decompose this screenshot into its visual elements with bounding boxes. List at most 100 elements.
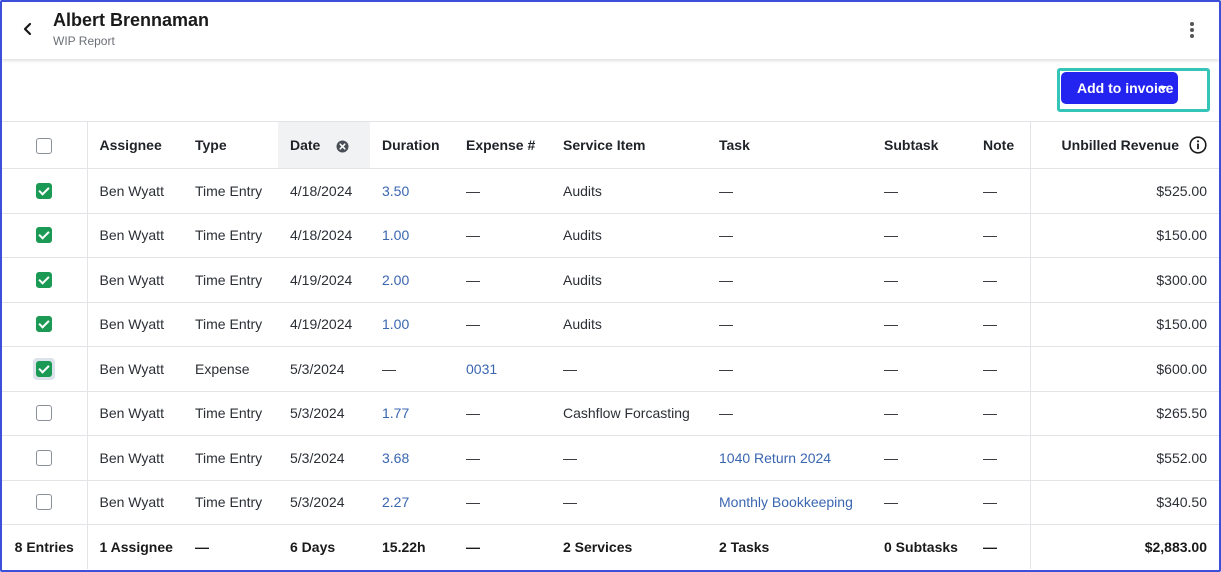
cell-service-item: — (551, 479, 707, 525)
row-checkbox-wrapper (33, 491, 55, 513)
table-row[interactable]: Ben Wyatt Time Entry 4/18/2024 1.00— Audits —… (2, 212, 1219, 258)
cell-task: — (707, 301, 872, 347)
add-to-invoice-button[interactable]: Add to invoice (1061, 72, 1178, 104)
footer-date: 6 Days (278, 524, 370, 569)
row-checkbox[interactable] (36, 494, 53, 511)
cell-unbilled-revenue: $265.50 (1029, 390, 1219, 436)
row-checkbox[interactable] (36, 316, 53, 333)
cell-duration[interactable]: 2.27 (370, 479, 454, 525)
caret-down-icon (1159, 86, 1167, 91)
row-checkbox[interactable] (36, 360, 53, 377)
row-checkbox[interactable] (36, 405, 53, 422)
cell-date: 5/3/2024 (278, 479, 370, 525)
cell-task[interactable]: 1040 Return 2024 (707, 435, 872, 480)
row-select-cell (2, 479, 88, 525)
row-checkbox[interactable] (36, 227, 53, 244)
cell-duration[interactable]: 2.00 (370, 257, 454, 302)
cell-duration: — (370, 346, 454, 391)
footer-entries: 8 Entries (2, 524, 88, 569)
cell-assignee: Ben Wyatt (87, 390, 183, 436)
clear-sort-icon[interactable] (336, 140, 349, 153)
table-row[interactable]: Ben Wyatt Time Entry 4/19/2024 1.00— Audits —… (2, 301, 1219, 347)
cell-duration[interactable]: 1.00 (370, 301, 454, 347)
cell-service-item: — (551, 435, 707, 480)
cell-expense-number: — (454, 390, 551, 436)
footer-revenue: $2,883.00 (1029, 524, 1219, 569)
cell-task[interactable]: Monthly Bookkeeping (707, 479, 872, 525)
table-row[interactable]: Ben Wyatt Expense 5/3/2024—0031— — — — $600.00 (2, 346, 1219, 391)
cell-assignee: Ben Wyatt (87, 168, 183, 213)
cell-unbilled-revenue: $150.00 (1029, 212, 1219, 258)
cell-expense-number[interactable]: 0031 (454, 346, 551, 391)
column-header-duration[interactable]: Duration (370, 121, 454, 169)
column-header-unbilled-revenue[interactable]: Unbilled Revenue (1029, 121, 1219, 169)
table-row[interactable]: Ben Wyatt Time Entry 4/19/2024 2.00— Audits —… (2, 257, 1219, 302)
column-header-task[interactable]: Task (707, 121, 872, 169)
cell-unbilled-revenue: $150.00 (1029, 301, 1219, 347)
footer-expense: — (454, 524, 551, 569)
footer-duration: 15.22h (370, 524, 454, 569)
row-checkbox-wrapper (33, 402, 55, 424)
cell-type: Time Entry (183, 479, 278, 525)
row-select-cell (2, 435, 88, 480)
row-checkbox-wrapper (33, 313, 55, 335)
back-button[interactable] (16, 17, 40, 41)
cell-subtask: — (872, 212, 971, 258)
column-header-subtask[interactable]: Subtask (872, 121, 971, 169)
footer-task: 2 Tasks (707, 524, 872, 569)
cell-note: — (971, 168, 1030, 213)
table-row[interactable]: Ben Wyatt Time Entry 4/18/2024 3.50— Audits —… (2, 168, 1219, 213)
cell-date: 4/19/2024 (278, 257, 370, 302)
column-header-date[interactable]: Date (278, 121, 370, 169)
cell-assignee: Ben Wyatt (87, 301, 183, 347)
cell-duration[interactable]: 1.00 (370, 212, 454, 258)
cell-task: — (707, 346, 872, 391)
cell-expense-number: — (454, 479, 551, 525)
row-checkbox[interactable] (36, 271, 53, 288)
cell-type: Time Entry (183, 168, 278, 213)
column-header-type[interactable]: Type (183, 121, 278, 169)
cell-date: 5/3/2024 (278, 346, 370, 391)
footer-subtask: 0 Subtasks (872, 524, 971, 569)
cell-type: Time Entry (183, 257, 278, 302)
row-checkbox-wrapper (33, 269, 55, 291)
column-header-expense[interactable]: Expense # (454, 121, 551, 169)
more-menu-button[interactable] (1180, 18, 1204, 42)
cell-duration[interactable]: 1.77 (370, 390, 454, 436)
footer-service: 2 Services (551, 524, 707, 569)
cell-unbilled-revenue: $340.50 (1029, 479, 1219, 525)
cell-type: Expense (183, 346, 278, 391)
info-icon[interactable] (1189, 136, 1207, 157)
row-checkbox[interactable] (36, 182, 53, 199)
row-checkbox[interactable] (36, 449, 53, 466)
chevron-left-icon (23, 22, 32, 36)
column-header-unbilled-revenue-label: Unbilled Revenue (1061, 137, 1179, 153)
cell-duration[interactable]: 3.50 (370, 168, 454, 213)
table-row[interactable]: Ben Wyatt Time Entry 5/3/2024 1.77— Cashflow… (2, 390, 1219, 436)
row-select-cell (2, 346, 88, 391)
wip-report-window: Albert Brennaman WIP Report Add to invoi… (0, 0, 1221, 572)
cell-expense-number: — (454, 435, 551, 480)
column-header-assignee[interactable]: Assignee (87, 121, 183, 169)
row-select-cell (2, 390, 88, 436)
table-row[interactable]: Ben Wyatt Time Entry 5/3/2024 2.27— — Monthly… (2, 479, 1219, 525)
cell-subtask: — (872, 390, 971, 436)
table-row[interactable]: Ben Wyatt Time Entry 5/3/2024 3.68— —1040 Re… (2, 435, 1219, 480)
wip-table: Assignee Type Date Duration Expense # Se… (2, 121, 1219, 569)
cell-assignee: Ben Wyatt (87, 346, 183, 391)
cell-duration[interactable]: 3.68 (370, 435, 454, 480)
row-checkbox-wrapper (33, 447, 55, 469)
cell-service-item: Audits (551, 301, 707, 347)
cell-note: — (971, 301, 1030, 347)
column-header-note[interactable]: Note (971, 121, 1030, 169)
cell-unbilled-revenue: $600.00 (1029, 346, 1219, 391)
cell-type: Time Entry (183, 212, 278, 258)
column-header-service-item[interactable]: Service Item (551, 121, 707, 169)
select-all-checkbox[interactable] (36, 137, 53, 154)
cell-subtask: — (872, 346, 971, 391)
cell-assignee: Ben Wyatt (87, 257, 183, 302)
row-select-cell (2, 212, 88, 258)
row-checkbox-wrapper (33, 224, 55, 246)
table-footer-row: 8 Entries 1 Assignee — 6 Days 15.22h — 2… (2, 524, 1219, 569)
cell-service-item: Audits (551, 168, 707, 213)
